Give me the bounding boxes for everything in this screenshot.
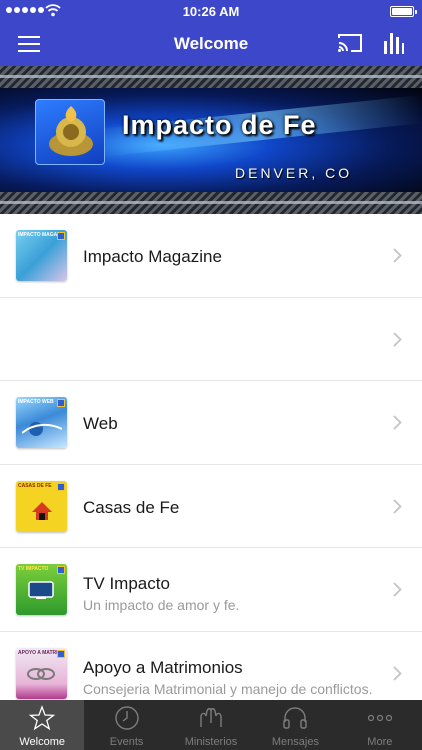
- status-bar: 10:26 AM: [0, 0, 422, 22]
- thumbnail-logo-badge: [57, 566, 65, 574]
- church-logo: [35, 99, 105, 165]
- list-item-web[interactable]: IMPACTO WEB Web: [0, 381, 422, 465]
- chevron-right-icon: [393, 331, 402, 347]
- chain-links-icon: [27, 667, 55, 680]
- apoyo-a-matrimonios-thumbnail: APOYO A MATRIMONIOS: [16, 647, 67, 699]
- tab-more[interactable]: More: [338, 700, 422, 750]
- list-item-subtitle: Consejeria Matrimonial y manejo de confl…: [83, 680, 373, 697]
- cast-icon[interactable]: [337, 32, 363, 54]
- list-item-subtitle: Un impacto de amor y fe.: [83, 597, 240, 613]
- thumbnail-logo-badge: [57, 232, 65, 240]
- thumbnail-logo-badge: [57, 649, 65, 658]
- headphones-icon: [283, 707, 308, 729]
- tab-ministerios[interactable]: Ministerios: [169, 700, 253, 750]
- chevron-right-icon: [393, 498, 402, 514]
- list-item-title: Casas de Fe: [83, 497, 180, 517]
- thumbnail-logo-badge: [57, 482, 65, 491]
- house-heart-icon: [32, 501, 52, 520]
- banner-city: Denver, CO: [235, 165, 353, 181]
- thumbnail-caption: IMPACTO MAGAZINE: [18, 232, 57, 238]
- tab-label: Ministerios: [184, 736, 238, 748]
- battery-icon: [390, 6, 417, 17]
- status-time: 10:26 AM: [182, 4, 240, 19]
- thumbnail-logo-badge: [57, 399, 65, 407]
- tab-mensajes[interactable]: Mensajes: [253, 700, 337, 750]
- header-banner: Impacto de Fe Denver, CO: [0, 66, 422, 214]
- list-item-title: Web: [83, 414, 118, 433]
- chevron-right-icon: [393, 582, 402, 597]
- list-item-casas-de-fe[interactable]: CASAS DE FE Casas de Fe: [0, 465, 422, 548]
- chevron-right-icon: [393, 415, 402, 430]
- list-item-title: Apoyo a Matrimonios: [83, 657, 243, 677]
- casas-de-fe-thumbnail: CASAS DE FE: [16, 480, 67, 532]
- list-item-title: Impacto Magazine: [83, 247, 222, 266]
- list-item-impacto-magazine[interactable]: IMPACTO MAGAZINE Impacto Magazine: [0, 214, 422, 298]
- list-item-apoyo-a-matrimonios[interactable]: APOYO A MATRIMONIOS Apoyo a Matrimonios …: [0, 632, 422, 701]
- more-dots-icon: [367, 714, 392, 722]
- thumbnail-caption: TV IMPACTO: [18, 566, 49, 572]
- navigation-bar: Welcome: [0, 22, 422, 66]
- banner-metal-top: [0, 66, 422, 88]
- banner-title: Impacto de Fe: [122, 110, 317, 140]
- impacto-magazine-thumbnail: IMPACTO MAGAZINE: [16, 230, 67, 281]
- list-item-tv-impacto[interactable]: TV IMPACTO TV Impacto Un impacto de amor…: [0, 548, 422, 632]
- list-item-title: TV Impacto: [83, 574, 170, 593]
- app-screen: 10:26 AM Welcome Impacto de Fe DENVER, C…: [0, 0, 422, 750]
- web-thumbnail: IMPACTO WEB: [16, 397, 67, 448]
- television-icon: [28, 581, 54, 599]
- tab-events[interactable]: Events: [84, 700, 168, 750]
- thumbnail-caption: CASAS DE FE: [18, 482, 52, 489]
- star-icon: [29, 705, 56, 731]
- list-item-blank[interactable]: [0, 298, 422, 381]
- audio-levels-icon[interactable]: [383, 31, 405, 55]
- tab-label: More: [367, 736, 393, 748]
- tab-label: Events: [109, 736, 144, 748]
- banner-metal-bottom: [0, 192, 422, 214]
- thumbnail-caption: IMPACTO WEB: [18, 399, 54, 405]
- menu-list: IMPACTO MAGAZINE Impacto Magazine IMPACT…: [0, 214, 422, 700]
- tab-label: Welcome: [19, 736, 66, 748]
- globe-swoosh-icon: [22, 422, 62, 436]
- tab-bar: Welcome Events Ministerios Mensajes More: [0, 700, 422, 750]
- chevron-right-icon: [393, 665, 402, 681]
- tv-impacto-thumbnail: TV IMPACTO: [16, 564, 67, 615]
- clock-icon: [114, 706, 139, 730]
- thumbnail-caption: APOYO A MATRIMONIOS: [18, 649, 57, 656]
- hands-icon: [200, 708, 222, 727]
- chevron-right-icon: [393, 248, 402, 263]
- tab-welcome[interactable]: Welcome: [0, 700, 85, 750]
- tab-label: Mensajes: [271, 736, 319, 748]
